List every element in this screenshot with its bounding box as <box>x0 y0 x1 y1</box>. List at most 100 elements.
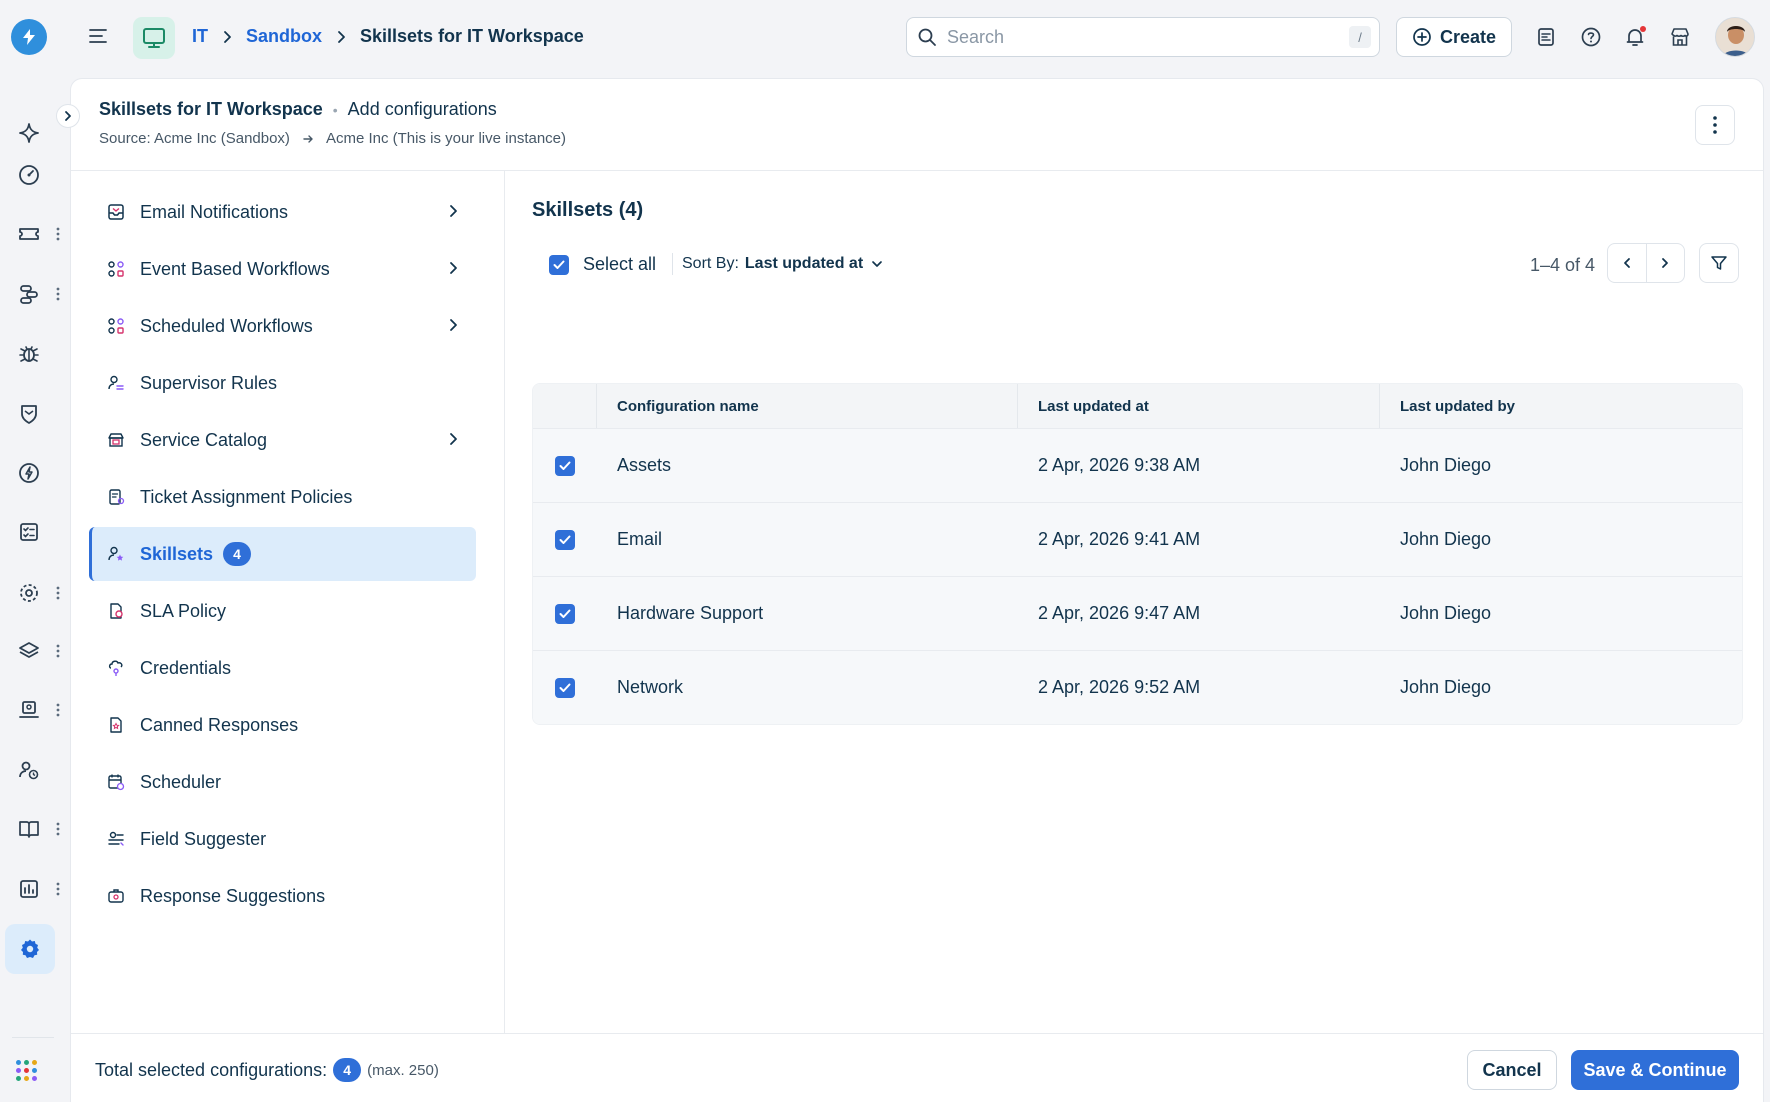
table-row[interactable]: Network 2 Apr, 2026 9:52 AM John Diego <box>533 650 1742 724</box>
configuration-name: Assets <box>617 455 672 475</box>
pagination-controls <box>1607 243 1685 283</box>
more-icon[interactable] <box>54 700 62 720</box>
more-icon[interactable] <box>54 879 62 899</box>
sort-dropdown[interactable]: Sort By: Last updated at <box>682 255 883 273</box>
target-label: Acme Inc (This is your live instance) <box>325 130 567 147</box>
service-flow-icon[interactable] <box>12 277 46 311</box>
menu-item-scheduler[interactable]: Scheduler <box>89 755 476 809</box>
search-input[interactable] <box>947 26 1327 48</box>
more-icon[interactable] <box>54 583 62 603</box>
select-all-checkbox[interactable]: Select all <box>549 254 656 275</box>
skillset-icon <box>105 543 127 565</box>
bell-icon[interactable] <box>1622 24 1648 50</box>
ticket-icon[interactable] <box>12 217 46 251</box>
rail-divider <box>12 1037 54 1038</box>
avatar[interactable] <box>1715 17 1755 57</box>
change-icon[interactable] <box>12 456 46 490</box>
store-icon[interactable] <box>1667 24 1693 50</box>
configuration-name: Network <box>617 677 684 697</box>
configuration-name: Email <box>617 529 663 549</box>
more-icon[interactable] <box>54 284 62 304</box>
table-row[interactable]: Email 2 Apr, 2026 9:41 AM John Diego <box>533 502 1742 576</box>
menu-item-sla-policy[interactable]: SLA Policy <box>89 584 476 638</box>
previous-page-button[interactable] <box>1608 244 1646 282</box>
expand-sidebar-button[interactable] <box>56 104 80 128</box>
email-inbox-icon <box>105 201 127 223</box>
table-row[interactable]: Hardware Support 2 Apr, 2026 9:47 AM Joh… <box>533 576 1742 650</box>
menu-item-credentials[interactable]: Credentials <box>89 641 476 695</box>
create-button[interactable]: Create <box>1396 17 1512 57</box>
total-selected-count: 4 <box>333 1058 362 1082</box>
settings-gear-group-icon[interactable] <box>12 576 46 610</box>
freddy-ai-icon[interactable] <box>12 116 46 150</box>
left-rail <box>0 0 68 1102</box>
credentials-icon <box>105 657 127 679</box>
next-page-button[interactable] <box>1645 244 1685 282</box>
menu-item-supervisor-rules[interactable]: Supervisor Rules <box>89 356 476 410</box>
menu-item-service-catalog[interactable]: Service Catalog <box>89 413 476 467</box>
more-icon[interactable] <box>54 819 62 839</box>
analytics-icon[interactable] <box>12 872 46 906</box>
menu-item-canned-responses[interactable]: Canned Responses <box>89 698 476 752</box>
plus-circle-icon <box>1412 27 1432 47</box>
more-icon[interactable] <box>54 224 62 244</box>
search-box[interactable]: / <box>906 17 1380 57</box>
footer-bar: Total selected configurations: 4 (max. 2… <box>71 1033 1763 1102</box>
menu-item-response-suggestions[interactable]: Response Suggestions <box>89 869 476 923</box>
row-checkbox[interactable] <box>533 577 597 650</box>
column-header-configuration-name[interactable]: Configuration name <box>597 384 1018 428</box>
supervisor-icon <box>105 372 127 394</box>
create-label: Create <box>1439 26 1497 47</box>
save-continue-button[interactable]: Save & Continue <box>1571 1050 1739 1090</box>
last-updated-by: John Diego <box>1400 677 1492 697</box>
apps-grid-icon[interactable] <box>16 1060 37 1081</box>
source-target-row: Source: Acme Inc (Sandbox) Acme Inc (Thi… <box>99 130 566 147</box>
menu-item-email-notifications[interactable]: Email Notifications <box>89 185 476 239</box>
column-header-last-updated-by[interactable]: Last updated by <box>1380 384 1742 428</box>
checklist-icon[interactable] <box>12 515 46 549</box>
arrow-right-icon <box>302 133 314 145</box>
chevron-right-icon <box>336 30 346 44</box>
app-logo[interactable] <box>11 19 47 55</box>
dashboard-gauge-icon[interactable] <box>12 158 46 192</box>
admin-gear-icon[interactable] <box>5 924 55 974</box>
laptop-user-icon[interactable] <box>12 693 46 727</box>
more-icon[interactable] <box>54 641 62 661</box>
last-updated-at: 2 Apr, 2026 9:52 AM <box>1038 677 1201 697</box>
row-checkbox[interactable] <box>533 429 597 502</box>
cancel-button[interactable]: Cancel <box>1467 1050 1557 1090</box>
table-row[interactable]: Assets 2 Apr, 2026 9:38 AM John Diego <box>533 428 1742 502</box>
menu-item-field-suggester[interactable]: Field Suggester <box>89 812 476 866</box>
more-options-button[interactable] <box>1695 105 1735 145</box>
menu-item-scheduled-workflows[interactable]: Scheduled Workflows <box>89 299 476 353</box>
user-clock-icon[interactable] <box>12 753 46 787</box>
menu-item-event-based-workflows[interactable]: Event Based Workflows <box>89 242 476 296</box>
assignment-policy-icon <box>105 486 127 508</box>
row-checkbox[interactable] <box>533 651 597 724</box>
configuration-menu: Email Notifications Event Based Workflow… <box>71 171 505 1033</box>
column-header-last-updated-at[interactable]: Last updated at <box>1018 384 1380 428</box>
section-title: Skillsets (4) <box>532 199 644 221</box>
menu-item-ticket-assignment-policies[interactable]: Ticket Assignment Policies <box>89 470 476 524</box>
breadcrumb-sandbox[interactable]: Sandbox <box>246 26 322 47</box>
search-icon <box>917 27 937 47</box>
bug-icon[interactable] <box>12 337 46 371</box>
contact-card-icon[interactable] <box>1533 24 1559 50</box>
book-icon[interactable] <box>12 812 46 846</box>
breadcrumb-it[interactable]: IT <box>192 26 208 47</box>
table-header: Configuration name Last updated at Last … <box>533 384 1742 428</box>
menu-item-skillsets[interactable]: Skillsets 4 <box>89 527 476 581</box>
help-icon[interactable] <box>1578 24 1604 50</box>
page-title: Skillsets for IT Workspace <box>99 99 323 119</box>
last-updated-at: 2 Apr, 2026 9:38 AM <box>1038 455 1201 475</box>
shield-icon[interactable] <box>12 397 46 431</box>
workspace-monitor-icon[interactable] <box>133 17 175 59</box>
toolbar-divider <box>672 253 673 275</box>
checkbox-checked-icon <box>555 677 575 698</box>
calendar-clock-icon <box>105 771 127 793</box>
row-checkbox[interactable] <box>533 503 597 576</box>
total-selected: Total selected configurations: 4 (max. 2… <box>95 1058 439 1082</box>
layers-icon[interactable] <box>12 634 46 668</box>
filter-button[interactable] <box>1699 243 1739 283</box>
menu-icon[interactable] <box>88 26 108 46</box>
